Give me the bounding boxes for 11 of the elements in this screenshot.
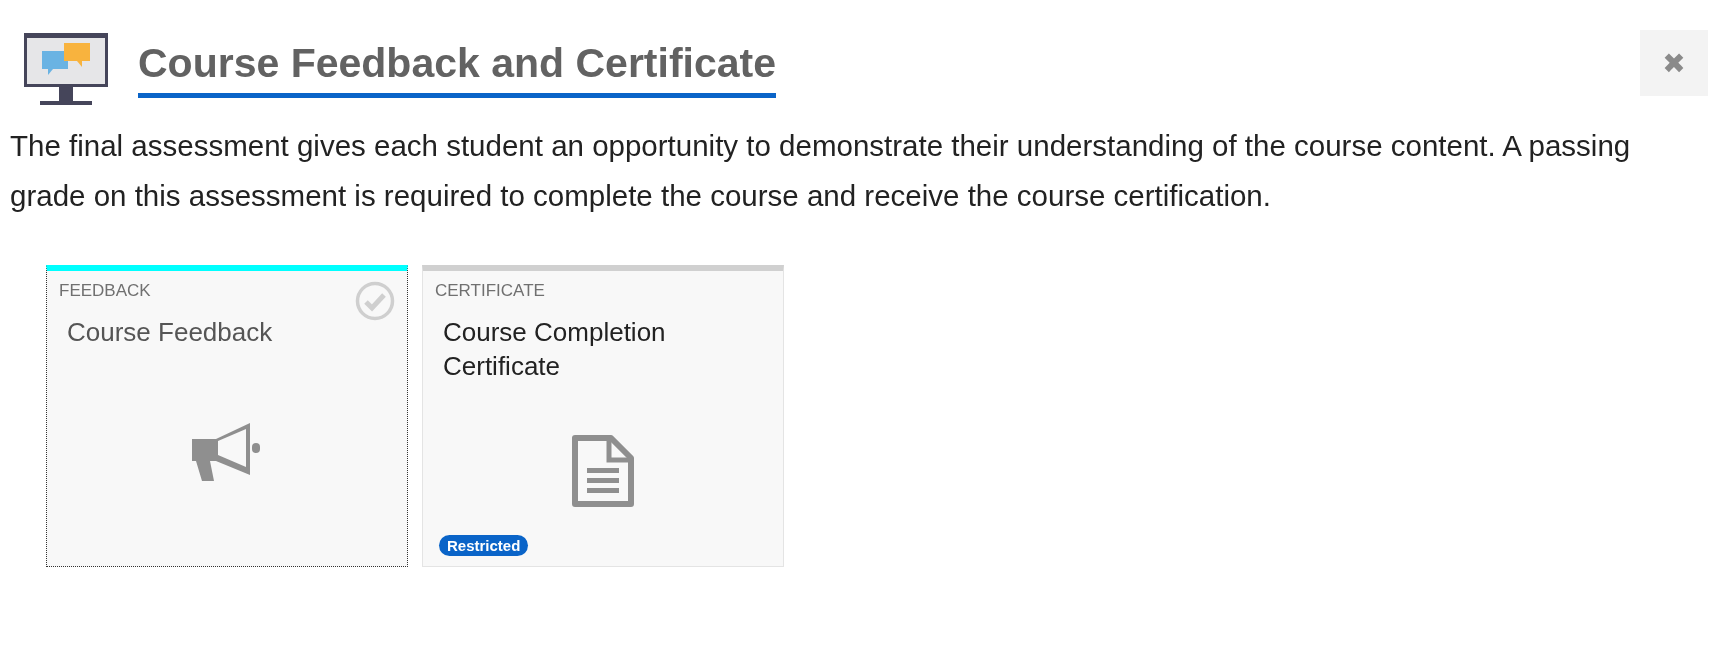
card-category: FEEDBACK — [59, 281, 152, 301]
monitor-icon — [24, 33, 108, 107]
activity-card[interactable]: FEEDBACK Course Feedback — [46, 265, 408, 567]
card-title: Course Completion Certificate — [443, 316, 667, 383]
description-text: The final assessment gives each student an opportunity to demonstrate their understanding of the course content. A passing grade on this assessment is required to complete the course and receive the course certification. — [10, 128, 1632, 214]
document-icon — [571, 433, 635, 508]
page-title: Course Feedback and Certificate — [138, 40, 776, 98]
restricted-badge: Restricted — [439, 535, 529, 556]
activity-card[interactable]: CERTIFICATE Course Completion Certificate Restricted — [422, 265, 784, 567]
card-category: CERTIFICATE — [435, 281, 546, 301]
card-title: Course Feedback — [67, 316, 274, 349]
